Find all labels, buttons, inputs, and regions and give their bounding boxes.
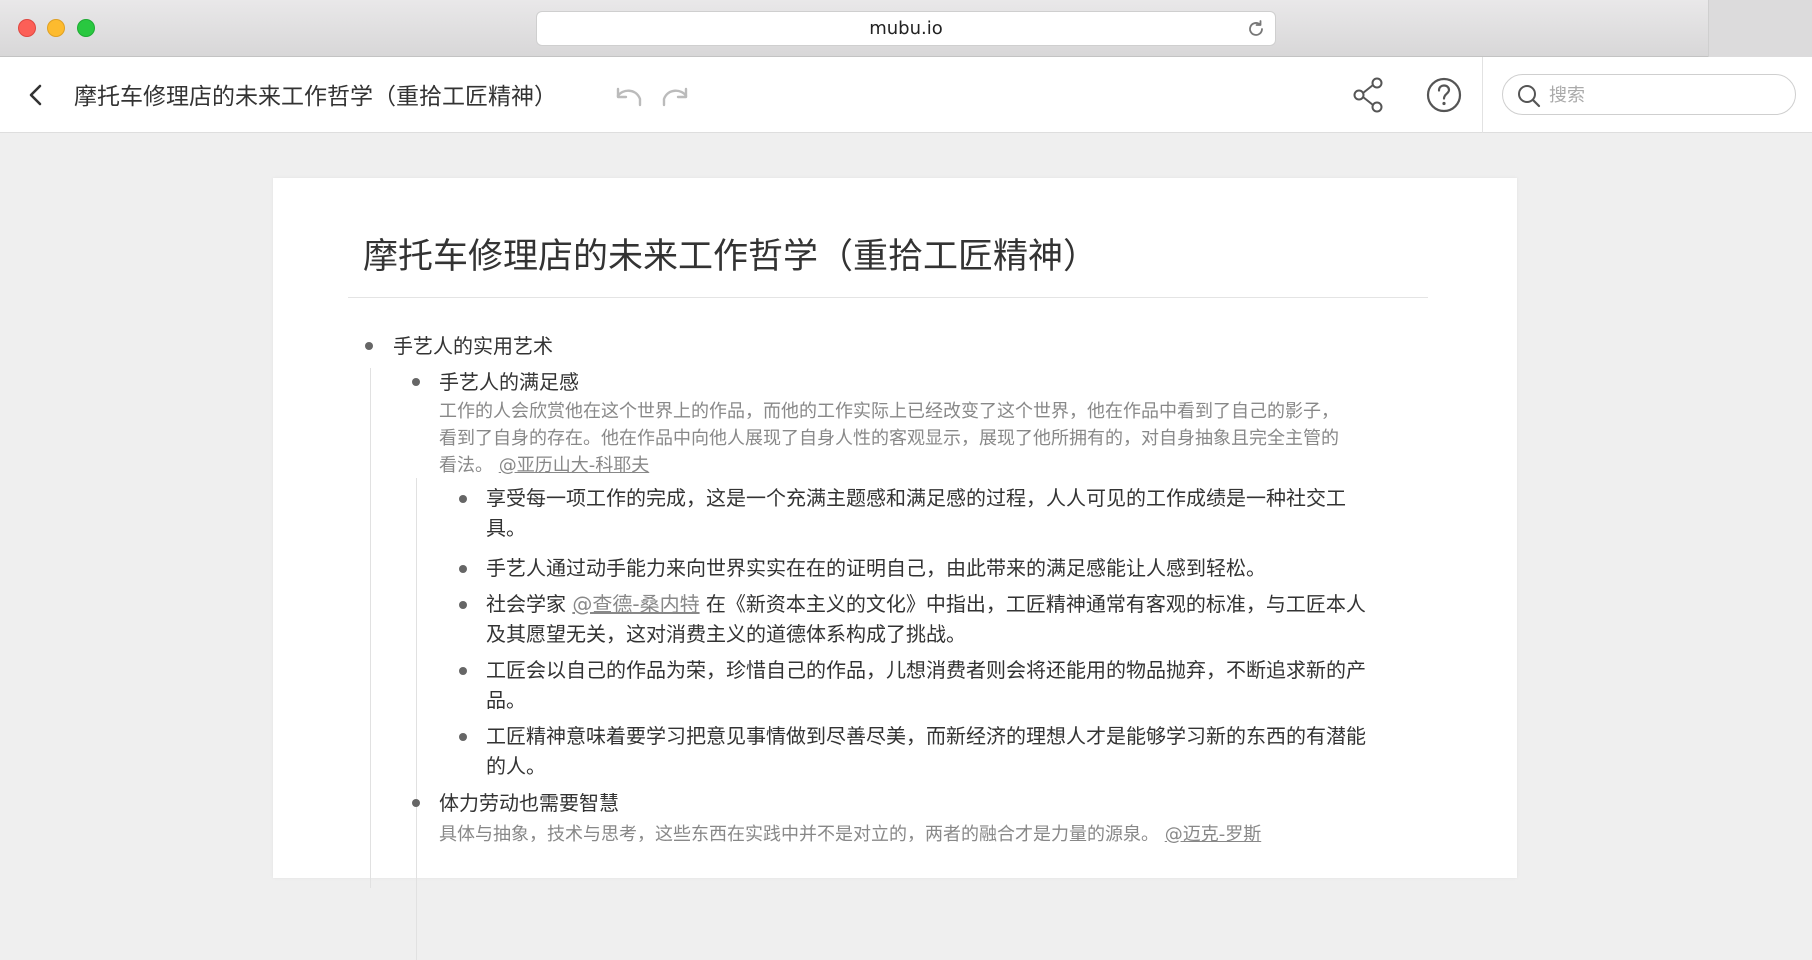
title-divider [348,297,1428,298]
undo-icon[interactable] [612,79,646,111]
outline-bullet[interactable] [365,342,373,350]
item-text: 在《新资本主义的文化》中指出，工匠精神通常有客观的标准，与工匠本人 [699,592,1366,616]
item-line: 享受每一项工作的完成，这是一个充满主题感和满足感的过程，人人可见的工作成绩是一种… [486,486,1346,510]
note-line: 看到了自身的存在。他在作品中向他人展现了自身人性的客观显示，展现了他所拥有的，对… [439,428,1339,449]
app-toolbar: 摩托车修理店的未来工作哲学（重拾工匠精神） [0,57,1812,133]
note-line: 工作的人会欣赏他在这个世界上的作品，而他的工作实际上已经改变了这个世界，他在作品… [439,401,1339,422]
mention-link[interactable]: @亚历山大-科耶夫 [499,455,650,476]
item-line: 具。 [486,516,526,540]
share-icon[interactable] [1350,75,1386,115]
outline-node-heading[interactable]: 体力劳动也需要智慧 [439,788,619,818]
search-icon [1518,85,1541,108]
item-line: 品。 [486,688,526,712]
reload-icon[interactable] [1245,18,1267,40]
item-text: 社会学家 [486,592,573,616]
close-window-button[interactable] [18,19,36,37]
item-line: 工匠会以自己的作品为荣，珍惜自己的作品，儿想消费者则会将还能用的物品抛弃，不断追… [486,658,1366,682]
outline-bullet[interactable] [459,733,467,741]
mention-link[interactable]: @迈克-罗斯 [1165,824,1262,845]
toolbar-divider [1482,57,1483,133]
item-line: 及其愿望无关，这对消费主义的道德体系构成了挑战。 [486,622,966,646]
item-line: 的人。 [486,754,546,778]
outline-node-item[interactable]: 手艺人通过动手能力来向世界实实在在的证明自己，由此带来的满足感能让人感到轻松。 [486,553,1426,583]
toolbar-document-title: 摩托车修理店的未来工作哲学（重拾工匠精神） [74,84,557,110]
mention-link[interactable]: @查德-桑内特 [572,592,699,616]
outline-node-item[interactable]: 社会学家 @查德-桑内特 在《新资本主义的文化》中指出，工匠精神通常有客观的标准… [486,589,1426,649]
outline-bullet[interactable] [412,378,420,386]
outline-bullet[interactable] [412,799,420,807]
document-title[interactable]: 摩托车修理店的未来工作哲学（重拾工匠精神） [363,228,1098,279]
search-box[interactable] [1502,74,1796,115]
address-bar[interactable]: mubu.io [536,11,1276,46]
outline-bullet[interactable] [459,565,467,573]
outline-node-item[interactable]: 工匠会以自己的作品为荣，珍惜自己的作品，儿想消费者则会将还能用的物品抛弃，不断追… [486,655,1426,715]
outline-node-note[interactable]: 工作的人会欣赏他在这个世界上的作品，而他的工作实际上已经改变了这个世界，他在作品… [439,398,1439,479]
note-text: 看法。 [439,455,493,476]
item-line: 手艺人通过动手能力来向世界实实在在的证明自己，由此带来的满足感能让人感到轻松。 [486,556,1266,580]
minimize-window-button[interactable] [47,19,65,37]
document-paper: 摩托车修理店的未来工作哲学（重拾工匠精神） 手艺人的实用艺术 手艺人的满足感 工… [273,178,1517,960]
browser-toolbar-extension-area [1708,0,1812,57]
item-line: 工匠精神意味着要学习把意见事情做到尽善尽美，而新经济的理想人才是能够学习新的东西… [486,724,1366,748]
outline-guide-level1 [370,368,371,888]
outline-node-note[interactable]: 具体与抽象，技术与思考，这些东西在实践中并不是对立的，两者的融合才是力量的源泉。… [439,821,1439,848]
outline-node-item[interactable]: 享受每一项工作的完成，这是一个充满主题感和满足感的过程，人人可见的工作成绩是一种… [486,483,1426,543]
back-arrow-icon[interactable] [22,79,50,111]
outline-bullet[interactable] [459,601,467,609]
outline-bullet[interactable] [459,667,467,675]
outline-node-root[interactable]: 手艺人的实用艺术 [393,331,553,361]
item-line: 社会学家 @查德-桑内特 在《新资本主义的文化》中指出，工匠精神通常有客观的标准… [486,589,1426,619]
outline-node-heading[interactable]: 手艺人的满足感 [439,367,579,397]
address-url: mubu.io [869,18,943,39]
browser-chrome: mubu.io [0,0,1812,57]
note-line: 看法。 @亚历山大-科耶夫 [439,452,1439,479]
outline-guide-level2 [416,478,417,960]
redo-icon[interactable] [658,79,692,111]
outline-node-item[interactable]: 工匠精神意味着要学习把意见事情做到尽善尽美，而新经济的理想人才是能够学习新的东西… [486,721,1426,781]
note-text: 具体与抽象，技术与思考，这些东西在实践中并不是对立的，两者的融合才是力量的源泉。 [439,824,1165,845]
search-input[interactable] [1549,81,1779,109]
outline-bullet[interactable] [459,495,467,503]
zoom-window-button[interactable] [77,19,95,37]
note-line: 具体与抽象，技术与思考，这些东西在实践中并不是对立的，两者的融合才是力量的源泉。… [439,821,1439,848]
help-icon[interactable] [1424,75,1464,115]
